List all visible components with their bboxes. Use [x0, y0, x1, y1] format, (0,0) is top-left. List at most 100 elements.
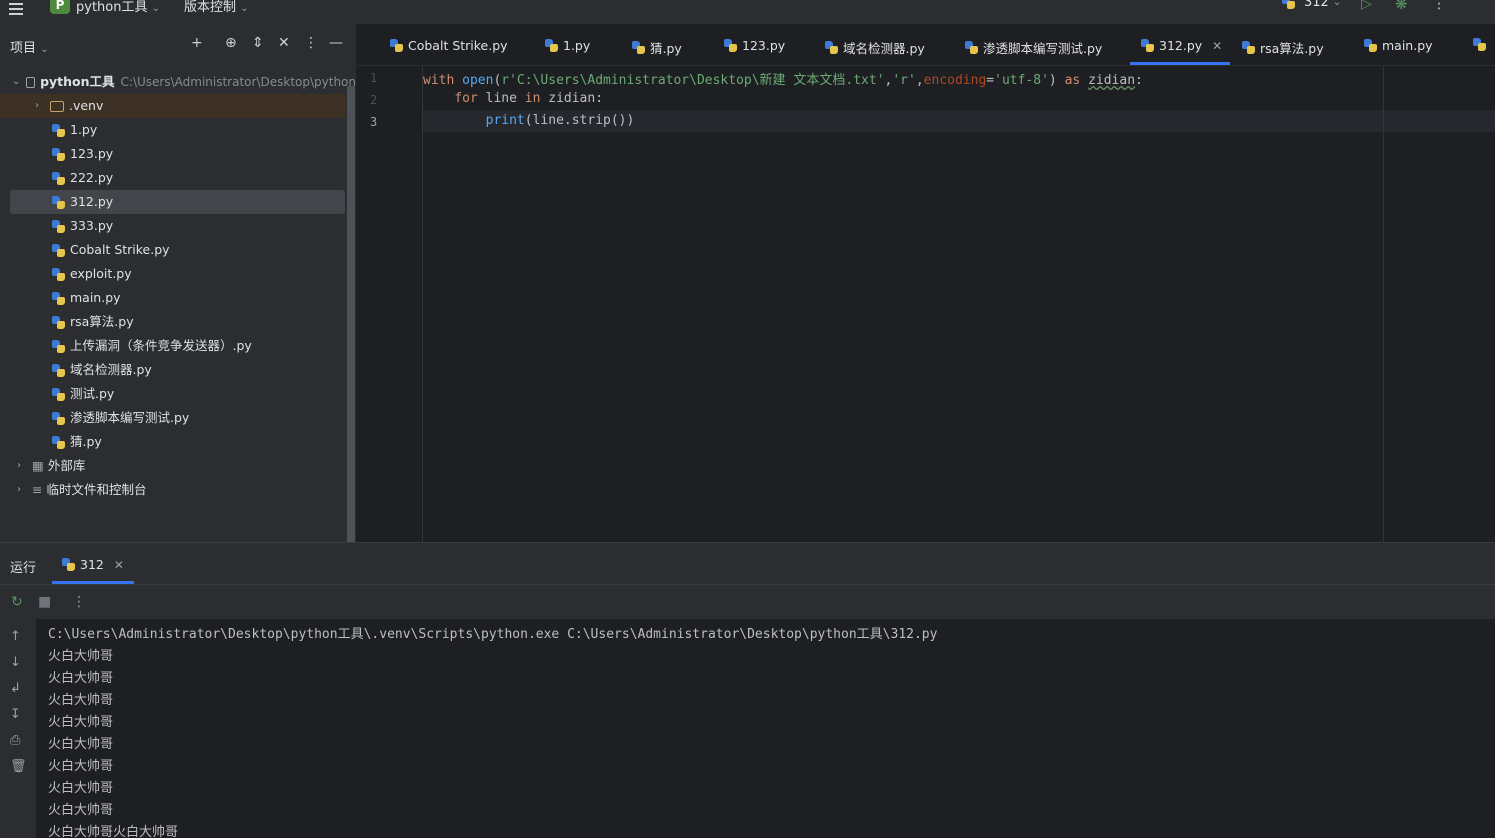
- tab-cai-py[interactable]: 猜.py: [632, 38, 682, 57]
- project-view-title[interactable]: 项目 ⌄: [10, 37, 49, 56]
- close-icon[interactable]: ✕: [114, 558, 124, 572]
- tree-item-file[interactable]: 1.py: [52, 118, 97, 142]
- expand-all-icon[interactable]: ⇕: [252, 35, 264, 51]
- more-actions-icon[interactable]: ⋮: [72, 594, 86, 610]
- console-output-line: 火白大帅哥: [48, 693, 114, 708]
- python-file-icon: [52, 411, 65, 425]
- code-token: as: [1064, 73, 1081, 88]
- chevron-down-icon[interactable]: ⌄: [12, 70, 20, 94]
- tree-item-venv[interactable]: › .venv: [0, 94, 346, 118]
- tree-item-file[interactable]: 猜.py: [52, 430, 102, 454]
- code-token: in: [524, 91, 541, 106]
- run-toolbar: ↻ ■ ⋮: [0, 585, 1495, 619]
- collapse-all-icon[interactable]: ✕: [278, 35, 290, 51]
- soft-wrap-icon[interactable]: ↲: [10, 681, 21, 696]
- project-switcher[interactable]: python工具 ⌄: [76, 0, 160, 15]
- title-bar: P python工具 ⌄ 版本控制 ⌄ 312 ⌄ ▷ ❋ ⋮: [0, 0, 1495, 24]
- vertical-scrollbar[interactable]: [347, 86, 355, 564]
- code-line-2[interactable]: for line in zidian:: [423, 91, 603, 106]
- python-file-icon: [1364, 39, 1377, 52]
- root-folder-name: python工具: [40, 74, 115, 89]
- python-file-icon: [52, 339, 65, 353]
- run-config-selector[interactable]: 312 ⌄: [1282, 0, 1341, 10]
- code-token: 'utf-8': [994, 73, 1049, 88]
- tree-item-label: 临时文件和控制台: [46, 482, 147, 497]
- python-file-icon: [52, 219, 65, 233]
- tree-item-label: 1.py: [70, 122, 98, 137]
- tree-item-file[interactable]: 测试.py: [52, 382, 114, 406]
- python-file-icon: [52, 123, 65, 137]
- arrow-down-icon[interactable]: ↓: [10, 655, 21, 670]
- run-tab-312[interactable]: 312 ✕: [62, 557, 124, 572]
- tree-item-label: 333.py: [70, 218, 114, 233]
- close-icon[interactable]: ✕: [1212, 39, 1222, 53]
- rerun-icon[interactable]: ↻: [11, 594, 23, 610]
- chevron-right-icon[interactable]: ›: [30, 94, 44, 118]
- debug-icon[interactable]: ❋: [1395, 0, 1408, 13]
- chevron-right-icon[interactable]: ›: [12, 454, 26, 478]
- options-icon[interactable]: ⋮: [304, 35, 318, 51]
- tab-domain-detector[interactable]: 域名检测器.py: [825, 38, 925, 57]
- run-icon[interactable]: ▷: [1361, 0, 1372, 12]
- tab-rsa-py[interactable]: rsa算法.py: [1242, 38, 1324, 57]
- tree-item-file[interactable]: 域名检测器.py: [52, 358, 152, 382]
- python-file-icon: [52, 315, 65, 329]
- tree-item-label: 上传漏洞（条件竞争发送器）.py: [70, 338, 252, 353]
- tree-item-file[interactable]: 上传漏洞（条件竞争发送器）.py: [52, 334, 252, 358]
- tab-1-py[interactable]: 1.py: [545, 38, 590, 53]
- more-actions-icon[interactable]: ⋮: [1432, 0, 1446, 12]
- project-badge: P: [50, 0, 70, 14]
- tree-item-file[interactable]: Cobalt Strike.py: [52, 238, 170, 262]
- stop-icon[interactable]: ■: [38, 594, 51, 610]
- tab-312-py-active[interactable]: 312.py ✕: [1141, 38, 1222, 53]
- tree-item-file-selected[interactable]: 312.py: [10, 190, 345, 214]
- code-token: zidian: [1088, 73, 1136, 88]
- tree-item-file[interactable]: exploit.py: [52, 262, 132, 286]
- folder-icon: [50, 100, 64, 112]
- tree-item-label: 312.py: [70, 194, 114, 209]
- python-file-icon: [1242, 41, 1255, 54]
- tree-item-file[interactable]: 333.py: [52, 214, 113, 238]
- main-menu-icon[interactable]: [6, 0, 26, 16]
- run-side-toolbar: ↑ ↓ ↲ ↧ ⎙ 🗑: [0, 619, 36, 838]
- tree-item-file[interactable]: 222.py: [52, 166, 113, 190]
- chevron-down-icon: ⌄: [1332, 0, 1342, 8]
- tree-item-external-libraries[interactable]: › ▦ 外部库: [12, 454, 85, 478]
- python-file-icon: [632, 41, 645, 54]
- tab-overflow[interactable]: [1473, 38, 1491, 51]
- vcs-menu[interactable]: 版本控制 ⌄: [184, 0, 249, 15]
- scratches-icon: ≡: [32, 482, 43, 497]
- chevron-right-icon[interactable]: ›: [12, 478, 26, 502]
- console-output-line: 火白大帅哥: [48, 759, 114, 774]
- code-token: (line.strip()): [524, 113, 635, 128]
- chevron-down-icon: ⌄: [151, 3, 161, 14]
- code-line-3[interactable]: print(line.strip()): [423, 113, 635, 128]
- run-config-name: 312: [1304, 0, 1329, 10]
- hide-icon[interactable]: —: [329, 35, 343, 51]
- tree-item-file[interactable]: main.py: [52, 286, 121, 310]
- add-icon[interactable]: +: [191, 35, 203, 51]
- print-icon[interactable]: ⎙: [10, 733, 20, 748]
- tab-main-py[interactable]: main.py: [1364, 38, 1433, 53]
- scroll-to-end-icon[interactable]: ↧: [10, 707, 21, 722]
- python-file-icon: [390, 39, 403, 52]
- locate-icon[interactable]: ⊕: [225, 35, 237, 51]
- tab-123-py[interactable]: 123.py: [724, 38, 785, 53]
- trash-icon[interactable]: 🗑: [10, 759, 27, 774]
- code-token: :: [1135, 73, 1143, 88]
- tree-root-python-tools[interactable]: ⌄ python工具 C:\Users\Administrator\Deskto…: [12, 70, 356, 94]
- python-file-icon: [62, 558, 75, 571]
- tree-item-file[interactable]: 渗透脚本编写测试.py: [52, 406, 189, 430]
- chevron-down-icon: ⌄: [40, 44, 49, 55]
- tab-label: 123.py: [742, 38, 786, 53]
- python-file-icon: [545, 39, 558, 52]
- arrow-up-icon[interactable]: ↑: [10, 629, 21, 644]
- tree-item-scratches[interactable]: › ≡ 临时文件和控制台: [12, 478, 147, 502]
- tab-cobalt-strike[interactable]: Cobalt Strike.py: [390, 38, 508, 53]
- code-line-1[interactable]: with open(r'C:\Users\Administrator\Deskt…: [423, 69, 1143, 88]
- tree-item-file[interactable]: rsa算法.py: [52, 310, 134, 334]
- tab-pentest-script[interactable]: 渗透脚本编写测试.py: [965, 38, 1102, 57]
- tree-item-file[interactable]: 123.py: [52, 142, 113, 166]
